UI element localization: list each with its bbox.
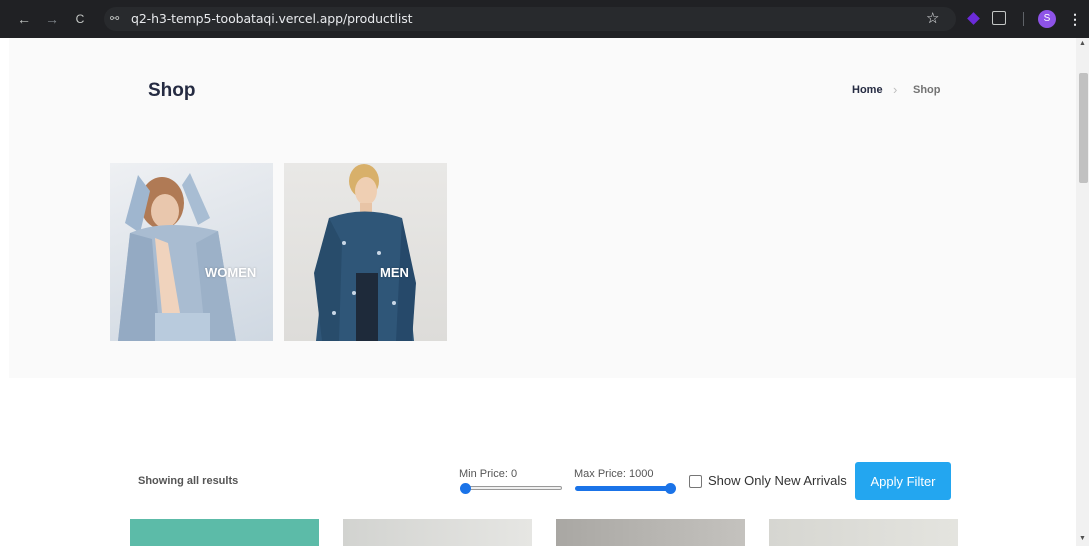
profile-avatar[interactable]: S bbox=[1038, 10, 1056, 28]
min-price-track[interactable] bbox=[461, 486, 562, 490]
browser-toolbar: ← → C ⚯ q2-h3-temp5-toobataqi.vercel.app… bbox=[0, 0, 1089, 38]
category-card-men[interactable]: MEN bbox=[284, 163, 447, 341]
back-arrow-icon[interactable]: ← bbox=[14, 9, 34, 29]
breadcrumb-chevron-icon: › bbox=[893, 82, 898, 97]
category-label-men[interactable]: MEN bbox=[380, 265, 409, 280]
url-text[interactable]: q2-h3-temp5-toobataqi.vercel.app/product… bbox=[131, 11, 413, 26]
max-price-thumb[interactable] bbox=[665, 483, 676, 494]
bookmark-star-icon[interactable]: ☆ bbox=[926, 10, 939, 28]
reload-icon[interactable]: C bbox=[70, 9, 90, 29]
browser-menu-icon[interactable]: ⋮ bbox=[1068, 9, 1082, 29]
apply-filter-button[interactable]: Apply Filter bbox=[855, 462, 951, 500]
breadcrumb-current: Shop bbox=[913, 84, 941, 96]
min-price-thumb[interactable] bbox=[460, 483, 471, 494]
scroll-up-arrow-icon[interactable]: ▲ bbox=[1079, 40, 1086, 47]
new-arrivals-checkbox[interactable] bbox=[689, 475, 702, 488]
breadcrumb-home-link[interactable]: Home bbox=[852, 84, 883, 96]
men-model-image bbox=[314, 164, 416, 341]
max-price-track[interactable] bbox=[575, 486, 674, 491]
category-card-women[interactable]: WOMEN bbox=[110, 163, 273, 341]
new-arrivals-label[interactable]: Show Only New Arrivals bbox=[708, 473, 847, 488]
extension-icon[interactable] bbox=[967, 12, 980, 25]
scrollbar-thumb[interactable] bbox=[1079, 73, 1088, 183]
page-title: Shop bbox=[148, 80, 196, 101]
category-label-women[interactable]: WOMEN bbox=[205, 265, 256, 280]
product-card[interactable] bbox=[769, 519, 958, 546]
forward-arrow-icon[interactable]: → bbox=[42, 9, 62, 29]
scroll-down-arrow-icon[interactable]: ▼ bbox=[1079, 535, 1086, 542]
product-card[interactable] bbox=[130, 519, 319, 546]
product-card[interactable] bbox=[343, 519, 532, 546]
women-model-image bbox=[118, 173, 236, 341]
toolbar-divider bbox=[1023, 12, 1024, 26]
max-price-label: Max Price: 1000 bbox=[574, 468, 654, 480]
site-info-icon[interactable]: ⚯ bbox=[110, 12, 124, 26]
product-card[interactable] bbox=[556, 519, 745, 546]
results-count-text: Showing all results bbox=[138, 475, 239, 487]
min-price-label: Min Price: 0 bbox=[459, 468, 518, 480]
extensions-puzzle-icon[interactable] bbox=[992, 11, 1006, 25]
